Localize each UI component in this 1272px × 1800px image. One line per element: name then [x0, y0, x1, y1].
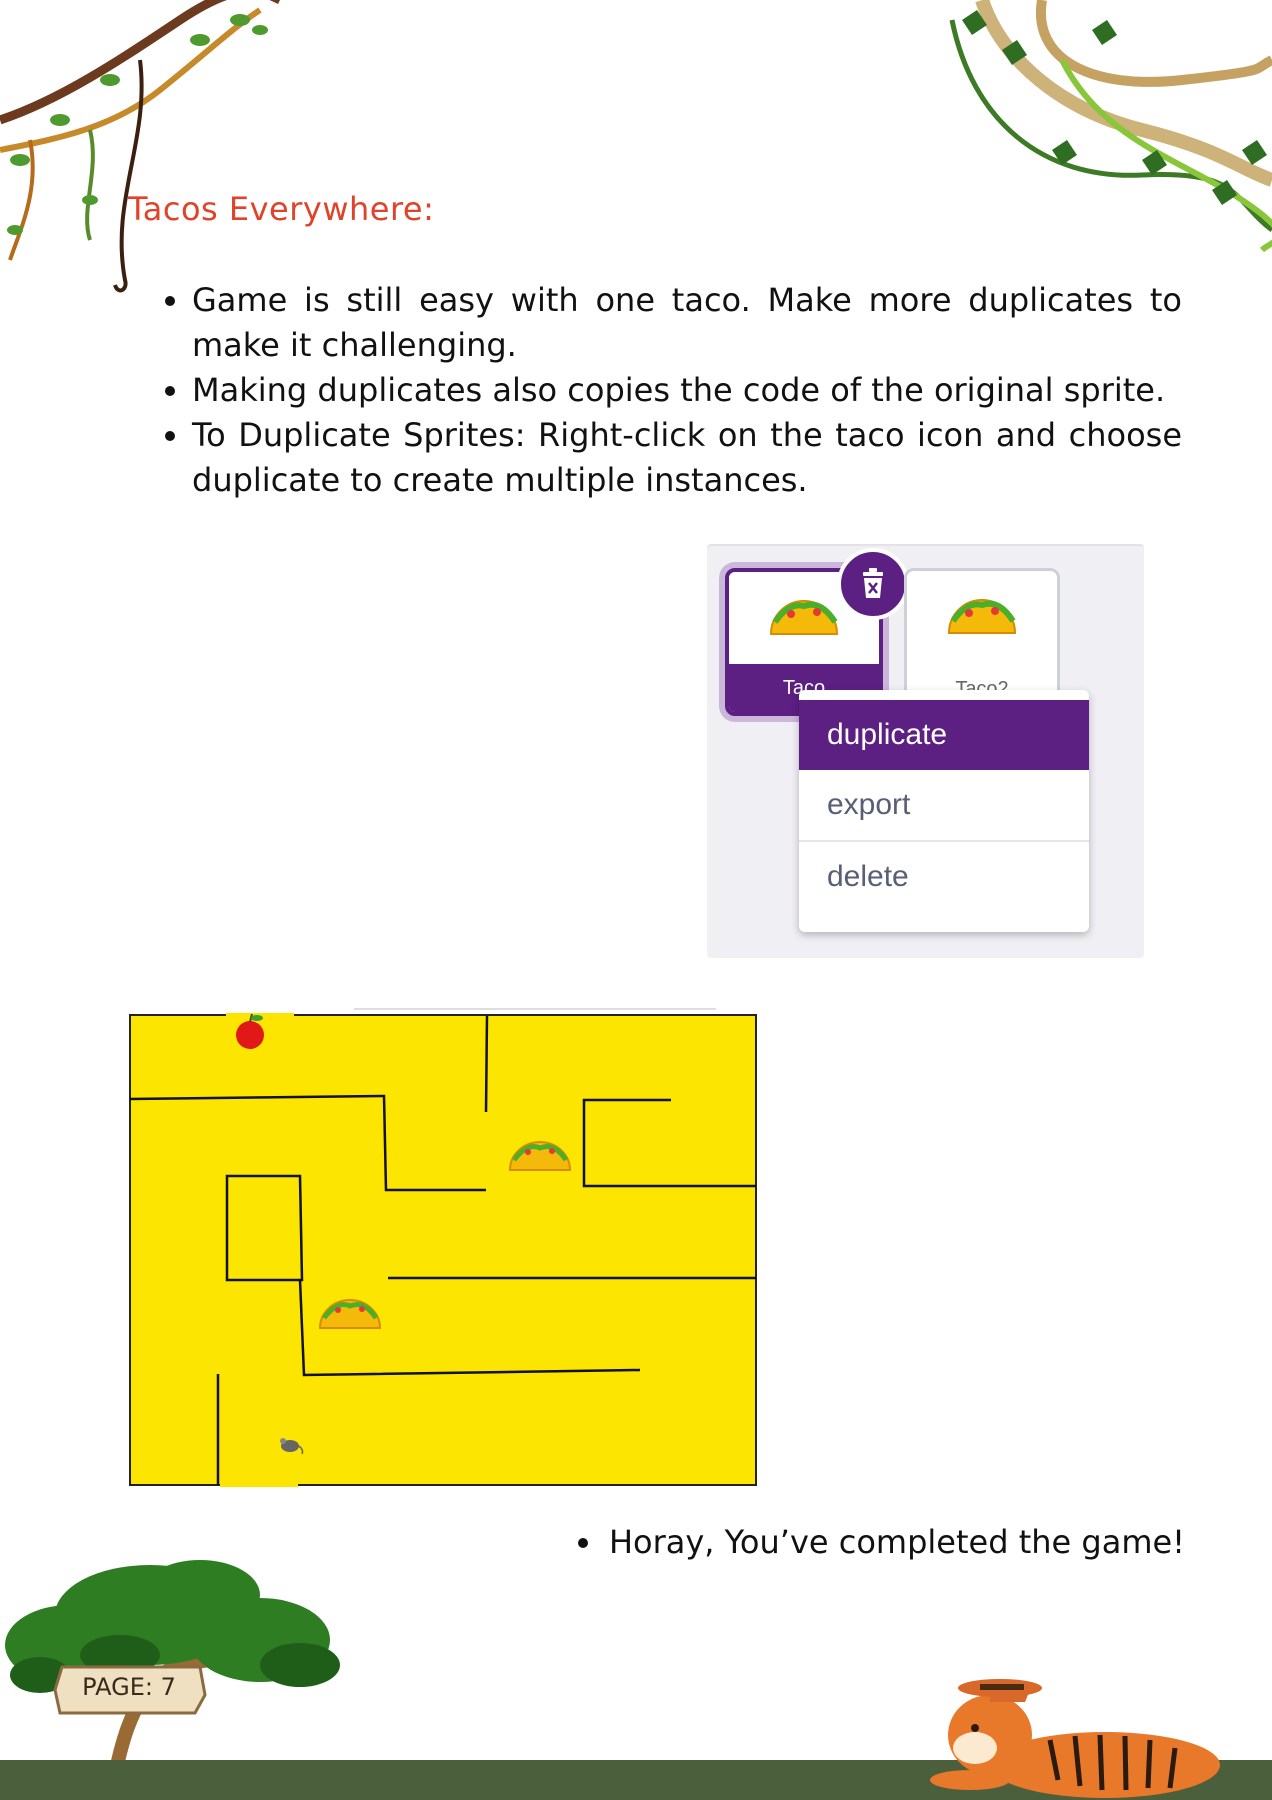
vine-decoration-right: [949, 0, 1272, 253]
trash-icon: [863, 568, 883, 598]
taco-icon: [947, 599, 1017, 634]
tiger-icon: [930, 1679, 1220, 1798]
maze-game-screenshot: [129, 1008, 757, 1487]
sprite-panel-screenshot: Taco Taco2 duplicate export delete: [707, 544, 1144, 958]
menu-item-export[interactable]: export: [799, 770, 1089, 842]
menu-item-duplicate[interactable]: duplicate: [799, 700, 1089, 770]
maze-stage: [129, 1014, 757, 1486]
menu-item-delete[interactable]: delete: [799, 842, 1089, 912]
page-number: PAGE: 7: [82, 1673, 176, 1701]
section-title: Tacos Everywhere:: [128, 190, 435, 228]
vine-decoration-left: [0, 0, 280, 293]
instruction-list: Game is still easy with one taco. Make m…: [152, 278, 1182, 503]
context-menu: duplicate export delete: [799, 690, 1089, 932]
list-item: Game is still easy with one taco. Make m…: [192, 278, 1182, 368]
list-item: To Duplicate Sprites: Right-click on the…: [192, 413, 1182, 503]
delete-sprite-button[interactable]: [837, 548, 909, 620]
list-item: Making duplicates also copies the code o…: [192, 368, 1182, 413]
list-item: Horay, You’ve completed the game!: [605, 1520, 1185, 1565]
final-list: Horay, You’ve completed the game!: [565, 1520, 1185, 1565]
